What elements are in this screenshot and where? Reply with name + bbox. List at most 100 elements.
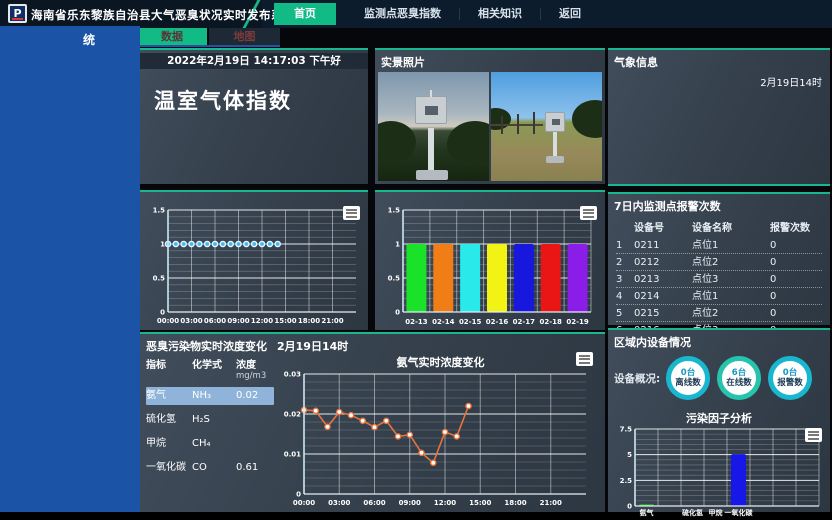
svg-text:1: 1 [395,241,400,249]
photos-panel-title: 实景照片 [375,50,605,72]
online-count-badge: 6台 在线数 [717,356,761,400]
offline-count-badge: 0台 离线数 [666,356,710,400]
svg-text:02-19: 02-19 [566,318,589,326]
nav-item-home[interactable]: 首页 [274,3,336,25]
online-count: 6台 [732,368,746,378]
panel-devices: 区域内设备情况 设备概况: 0台 离线数 6台 在线数 0台 报警数 污染因子分… [608,328,830,512]
svg-text:06:00: 06:00 [204,317,226,325]
device-pole [553,130,557,158]
alarm-table-row: 10211点位10 [616,237,822,254]
trees [447,121,489,167]
svg-text:03:00: 03:00 [328,499,350,507]
alarms-panel-title: 7日内监测点报警次数 [608,194,830,216]
svg-text:氨气: 氨气 [640,508,654,517]
fence [501,116,503,134]
svg-text:02-15: 02-15 [459,318,482,326]
tab-map[interactable]: 地图 [209,28,280,45]
svg-text:0.5: 0.5 [153,275,166,283]
chart-menu-icon[interactable] [576,352,593,366]
svg-text:0: 0 [395,309,400,317]
chart-menu-icon[interactable] [805,428,822,442]
greenhouse-index-title: 温室气体指数 [154,85,368,115]
greenhouse-line-chart: 00.511.500:0003:0006:0009:0012:0015:0018… [144,204,362,326]
col-device-id: 设备号 [634,220,692,237]
offline-count: 0台 [681,368,695,378]
alarm-table-row: 50215点位20 [616,305,822,322]
svg-text:1.5: 1.5 [153,207,166,215]
svg-text:0: 0 [160,309,165,317]
pollutant-row[interactable]: 硫化氢H₂S [146,411,274,429]
fence [533,112,535,134]
col-indicator: 指标 [146,356,192,371]
trees [572,100,602,138]
col-device-name: 设备名称 [692,220,770,237]
alarm-count: 0台 [783,368,797,378]
panel-alarms: 7日内监测点报警次数 设备号 设备名称 报警次数 10211点位1020212点… [608,192,830,325]
svg-text:03:00: 03:00 [180,317,202,325]
svg-text:18:00: 18:00 [298,317,320,325]
alarm-table-row: 40214点位10 [616,288,822,305]
offline-label: 离线数 [675,378,701,388]
app-logo-icon: P [8,4,27,23]
site-photo-2[interactable] [491,72,602,181]
panel-pollutants: 恶臭污染物实时浓度变化 2月19日14时 指标 化学式 浓度 mg/m3 氨气N… [140,332,605,512]
col-alarm-count: 报警次数 [770,220,822,237]
chart-menu-icon[interactable] [343,206,360,220]
svg-text:1: 1 [160,241,165,249]
weather-time: 2月19日14时 [608,72,830,91]
alarm-table-row: 30213点位30 [616,271,822,288]
pollutant-row[interactable]: 甲烷CH₄ [146,435,274,453]
daily-bar-chart: 00.511.502-1302-1402-1502-1602-1702-1802… [379,204,599,326]
svg-text:02-14: 02-14 [432,318,455,326]
weather-panel-title: 气象信息 [608,50,830,72]
pollutant-row[interactable]: 一氧化碳CO0.61 [146,459,274,477]
svg-text:0.01: 0.01 [284,451,301,459]
svg-text:甲烷: 甲烷 [709,508,723,517]
col-formula: 化学式 [192,356,236,371]
svg-text:15:00: 15:00 [469,499,491,507]
nh3-chart-block: 氨气实时浓度变化 00.010.020.0300:0003:0006:0009:… [278,352,603,512]
svg-text:00:00: 00:00 [157,317,179,325]
svg-text:0.5: 0.5 [388,275,401,283]
pollutant-table: 指标 化学式 浓度 mg/m3 氨气NH₃0.02 硫化氢H₂S 甲烷CH₄ 一氧化碳… [146,356,274,477]
pollutant-row[interactable]: 氨气NH₃0.02 [146,387,274,405]
svg-text:15:00: 15:00 [274,317,296,325]
panel-photos: 实景照片 [375,48,605,184]
nav-item-odor-index[interactable]: 监测点恶臭指数 [346,3,459,25]
device-base [546,156,564,163]
svg-text:09:00: 09:00 [399,499,421,507]
monitor-device [545,112,565,132]
panel-greenhouse-chart: 00.511.500:0003:0006:0009:0012:0015:0018… [140,190,368,330]
device-antenna [430,90,432,97]
pollution-bar-chart: 02.557.5氨气一氧化碳硫化氢甲烷 [615,425,823,517]
svg-text:02-18: 02-18 [540,318,563,326]
svg-text:00:00: 00:00 [293,499,315,507]
tab-data[interactable]: 数据 [137,28,207,45]
nav-item-back[interactable]: 返回 [541,3,599,25]
svg-text:硫化氢: 硫化氢 [682,508,703,517]
system-title-wrap: 统 [83,31,95,48]
site-photo-1[interactable] [378,72,489,181]
svg-text:一氧化碳: 一氧化碳 [725,508,754,517]
col-concentration: 浓度 [236,356,274,371]
chart-menu-icon[interactable] [580,206,597,220]
photo-row [378,72,602,181]
device-base [416,170,448,180]
svg-text:0: 0 [627,503,632,511]
pollutant-table-header: 指标 化学式 浓度 mg/m3 [146,356,274,381]
nav-item-knowledge[interactable]: 相关知识 [460,3,540,25]
alarm-table-header: 设备号 设备名称 报警次数 [616,220,822,237]
svg-text:18:00: 18:00 [504,499,526,507]
col-unit: mg/m3 [236,371,274,381]
svg-text:7.5: 7.5 [620,426,633,434]
system-title: 海南省乐东黎族自治县大气恶臭状况实时发布系 [31,7,283,23]
nh3-chart-title: 氨气实时浓度变化 [278,354,603,370]
devices-panel-title: 区域内设备情况 [608,330,830,352]
svg-text:02-17: 02-17 [513,318,536,326]
app-header: P 海南省乐东黎族自治县大气恶臭状况实时发布系 首页 监测点恶臭指数 相关知识 … [0,0,832,28]
svg-text:09:00: 09:00 [227,317,249,325]
panel-weather: 气象信息 2月19日14时 [608,48,830,186]
svg-text:1.5: 1.5 [388,207,401,215]
svg-text:0.03: 0.03 [284,371,301,379]
fence [517,114,519,134]
